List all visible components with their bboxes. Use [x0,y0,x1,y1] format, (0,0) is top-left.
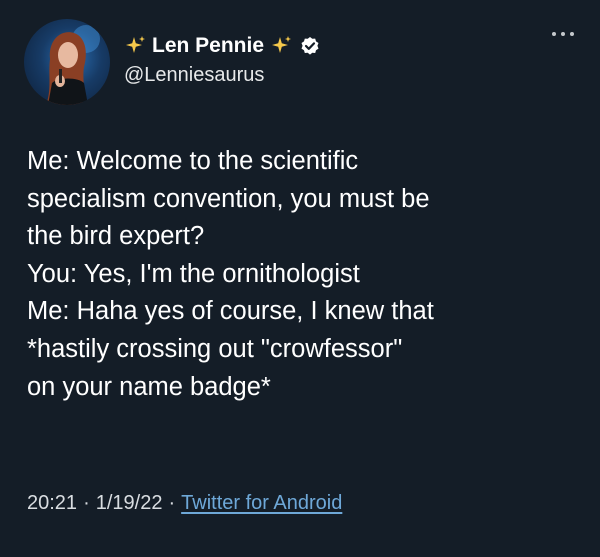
tweet-card: Len Pennie @Lenniesaurus Me: Welcome to … [0,0,600,557]
tweet-metadata: 20:21 · 1/19/22 · Twitter for Android [27,492,342,515]
sparkles-icon [270,35,292,57]
tweet-source-link[interactable]: Twitter for Android [181,492,342,514]
author-handle[interactable]: @Lenniesaurus [124,64,264,87]
author-name-row[interactable]: Len Pennie [124,31,320,61]
meta-separator: · [83,492,90,514]
tweet-text-line: specialism convention, you must be [27,184,430,213]
tweet-text-line: Me: Welcome to the scientific [27,147,359,175]
tweet-text-line: the bird expert? [27,222,205,251]
tweet-text-line: *hastily crossing out "crowfessor" [27,334,403,363]
tweet-text: Me: Welcome to the scientific specialism… [27,143,583,406]
tweet-text-line: You: Yes, I'm the ornithologist [27,259,360,288]
tweet-text-line: on your name badge* [27,372,271,401]
verified-badge-icon [300,36,320,56]
meta-separator: · [168,492,176,514]
author-display-name[interactable]: Len Pennie [152,34,264,58]
tweet-date[interactable]: 1/19/22 [96,492,163,514]
tweet-text-line: Me: Haha yes of course, I knew that [27,297,434,326]
avatar[interactable] [24,19,110,105]
more-options-icon[interactable] [552,28,574,40]
sparkles-icon [124,35,146,57]
tweet-time[interactable]: 20:21 [27,492,77,514]
